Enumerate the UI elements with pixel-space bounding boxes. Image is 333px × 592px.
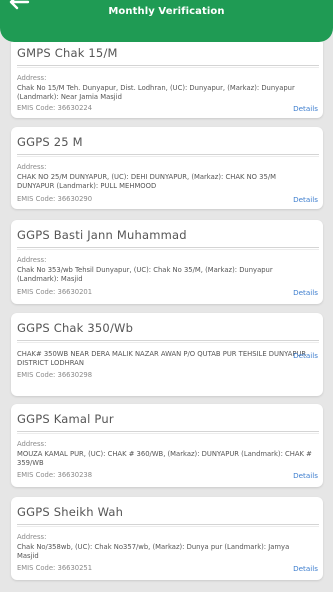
divider — [17, 249, 319, 250]
address-label: Address: — [17, 440, 47, 448]
school-card[interactable]: GGPS Basti Jann Muhammad Address: Chak N… — [11, 220, 323, 304]
school-name: GGPS 25 M — [17, 135, 83, 149]
details-link[interactable]: Details — [293, 104, 318, 113]
ems-code: EMIS Code: 36630298 — [17, 371, 93, 379]
address-text: CHAK# 350WB NEAR DERA MALIK NAZAR AWAN P… — [17, 350, 307, 368]
divider — [17, 154, 319, 155]
ems-code: EMIS Code: 36630224 — [17, 104, 93, 112]
ems-code: EMIS Code: 36630238 — [17, 471, 93, 479]
divider — [17, 340, 319, 341]
details-link[interactable]: Details — [293, 564, 318, 573]
divider — [17, 431, 319, 432]
address-label: Address: — [17, 163, 47, 171]
details-link[interactable]: Details — [293, 288, 318, 297]
address-text: MOUZA KAMAL PUR, (UC): CHAK # 360/WB, (M… — [17, 450, 312, 468]
divider — [17, 342, 319, 343]
school-name: GMPS Chak 15/M — [17, 46, 118, 60]
ems-code: EMIS Code: 36630290 — [17, 195, 93, 203]
school-card[interactable]: GMPS Chak 15/M Address: Chak No 15/M Teh… — [11, 38, 323, 118]
divider — [17, 156, 319, 157]
school-name: GGPS Kamal Pur — [17, 412, 114, 426]
divider — [17, 433, 319, 434]
address-text: CHAK NO 25/M DUNYAPUR, (UC): DEHI DUNYAP… — [17, 173, 276, 191]
school-name: GGPS Chak 350/Wb — [17, 321, 134, 335]
details-link[interactable]: Details — [293, 351, 318, 360]
app-header: Monthly Verification — [0, 0, 333, 42]
school-card[interactable]: GGPS Chak 350/Wb CHAK# 350WB NEAR DERA M… — [11, 313, 323, 396]
page-title: Monthly Verification — [108, 6, 225, 17]
ems-code: EMIS Code: 36630201 — [17, 288, 93, 296]
address-text: Chak No 353/wb Tehsil Dunyapur, (UC): Ch… — [17, 266, 273, 284]
school-name: GGPS Sheikh Wah — [17, 505, 124, 519]
divider — [17, 65, 319, 66]
school-card[interactable]: GGPS 25 M Address: CHAK NO 25/M DUNYAPUR… — [11, 127, 323, 209]
address-label: Address: — [17, 533, 47, 541]
details-link[interactable]: Details — [293, 471, 318, 480]
divider — [17, 247, 319, 248]
school-card[interactable]: GGPS Sheikh Wah Address: Chak No/358wb, … — [11, 497, 323, 580]
address-text: Chak No/358wb, (UC): Chak No357/wb, (Mar… — [17, 543, 290, 561]
address-label: Address: — [17, 74, 47, 82]
address-label: Address: — [17, 256, 47, 264]
school-card[interactable]: GGPS Kamal Pur Address: MOUZA KAMAL PUR,… — [11, 404, 323, 487]
divider — [17, 526, 319, 527]
divider — [17, 524, 319, 525]
divider — [17, 67, 319, 68]
school-name: GGPS Basti Jann Muhammad — [17, 228, 187, 242]
details-link[interactable]: Details — [293, 195, 318, 204]
ems-code: EMIS Code: 36630251 — [17, 564, 93, 572]
address-text: Chak No 15/M Teh. Dunyapur, Dist. Lodhra… — [17, 84, 295, 102]
